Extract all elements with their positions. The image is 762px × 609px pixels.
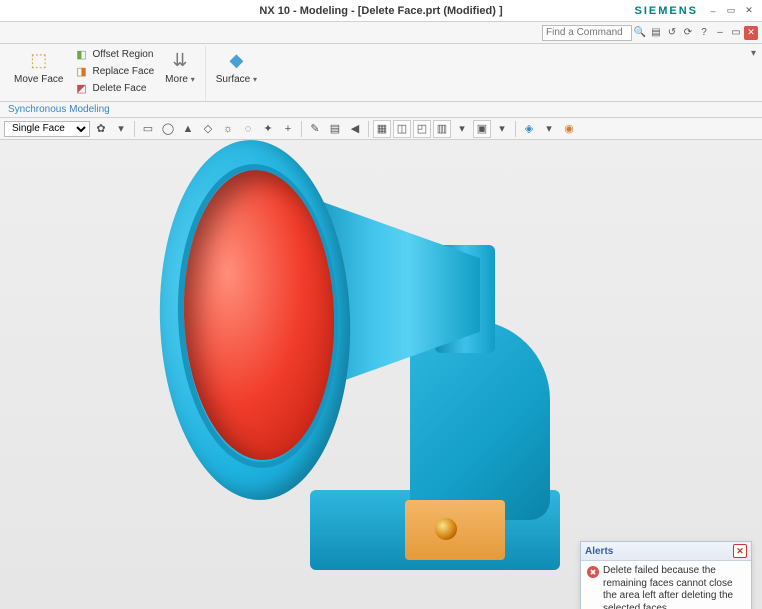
circle-select-icon[interactable]: ◯: [159, 120, 177, 138]
graphics-viewport[interactable]: X Y Z Alerts ✕ ✖ Delete failed because t…: [0, 140, 762, 609]
toolbar-separator: [134, 121, 135, 137]
error-icon: ✖: [587, 566, 599, 578]
offset-region-button[interactable]: ◧ Offset Region: [71, 46, 157, 62]
more-button[interactable]: ⇊ More ▾: [161, 46, 199, 87]
selected-face-hole: [435, 518, 457, 540]
move-face-icon: ⬚: [27, 48, 51, 72]
ribbon-collapse-icon[interactable]: ▾: [749, 46, 758, 61]
toolbar-separator: [515, 121, 516, 137]
alerts-body: ✖ Delete failed because the remaining fa…: [581, 561, 751, 609]
surface-button[interactable]: ◆ Surface ▾: [212, 46, 261, 87]
doc-restore-icon[interactable]: ▭: [728, 25, 744, 41]
chevron-down-icon: ▾: [253, 75, 257, 84]
poly-select-icon[interactable]: ▲: [179, 120, 197, 138]
surface-icon: ◆: [224, 48, 248, 72]
replace-face-icon: ◨: [74, 64, 88, 78]
replace-face-label: Replace Face: [92, 66, 154, 77]
toolbar-separator: [301, 121, 302, 137]
selection-filter-dropdown[interactable]: Single Face: [4, 121, 90, 137]
search-icon[interactable]: 🔍: [632, 25, 648, 41]
filter-icon[interactable]: ✿: [92, 120, 110, 138]
alert-main-text: Delete failed because the remaining face…: [603, 565, 745, 609]
more-icon: ⇊: [168, 48, 192, 72]
clip-icon[interactable]: ◉: [560, 120, 578, 138]
move-face-button[interactable]: ⬚ Move Face: [10, 46, 67, 87]
brand-logo: SIEMENS: [634, 5, 698, 17]
sync-modeling-group: ⬚ Move Face ◧ Offset Region ◨ Replace Fa…: [4, 46, 206, 101]
layer-dropdown-icon[interactable]: ▾: [540, 120, 558, 138]
rect-select-icon[interactable]: ▭: [139, 120, 157, 138]
sketch-icon[interactable]: ✎: [306, 120, 324, 138]
offset-region-icon: ◧: [74, 47, 88, 61]
help-icon[interactable]: ?: [696, 25, 712, 41]
alerts-panel: Alerts ✕ ✖ Delete failed because the rem…: [580, 541, 752, 609]
face-ops-list: ◧ Offset Region ◨ Replace Face ◩ Delete …: [71, 46, 157, 96]
move-face-label: Move Face: [14, 74, 63, 85]
view-shaded-icon[interactable]: ▦: [373, 120, 391, 138]
filter-dropdown-icon[interactable]: ▾: [112, 120, 130, 138]
list-icon[interactable]: ▤: [326, 120, 344, 138]
replace-face-button[interactable]: ◨ Replace Face: [71, 63, 157, 79]
render-style-icon[interactable]: ▥: [433, 120, 451, 138]
doc-minimize-icon[interactable]: –: [712, 25, 728, 41]
window-controls: – ▭ ✕: [706, 4, 756, 18]
close-window-button[interactable]: ✕: [742, 4, 756, 18]
undo-icon[interactable]: ↺: [664, 25, 680, 41]
view-wire-icon[interactable]: ◫: [393, 120, 411, 138]
ribbon: ⬚ Move Face ◧ Offset Region ◨ Replace Fa…: [0, 44, 762, 102]
title-bar: NX 10 - Modeling - [Delete Face.prt (Mod…: [0, 0, 762, 22]
delete-face-button[interactable]: ◩ Delete Face: [71, 80, 157, 96]
more-label: More ▾: [165, 74, 195, 85]
alert-error-row: ✖ Delete failed because the remaining fa…: [587, 565, 745, 609]
bg-dropdown-icon[interactable]: ▾: [493, 120, 511, 138]
command-search-input[interactable]: [542, 25, 632, 41]
window-layout-icon[interactable]: ▤: [648, 25, 664, 41]
alerts-title: Alerts: [585, 546, 613, 557]
highlight-icon[interactable]: ☼: [219, 120, 237, 138]
surface-group: ◆ Surface ▾: [206, 46, 267, 101]
delete-face-icon: ◩: [74, 81, 88, 95]
selection-toolbar: Single Face ✿ ▾ ▭ ◯ ▲ ◇ ☼ ◌ ✦ + ✎ ▤ ◀ ▦ …: [0, 118, 762, 140]
surface-label: Surface ▾: [216, 74, 257, 85]
redo-icon[interactable]: ⟳: [680, 25, 696, 41]
doc-close-icon[interactable]: ✕: [744, 26, 758, 40]
delete-face-label: Delete Face: [92, 83, 146, 94]
minimize-button[interactable]: –: [706, 4, 720, 18]
restore-button[interactable]: ▭: [724, 4, 738, 18]
ribbon-group-label: Synchronous Modeling: [0, 102, 762, 118]
chevron-down-icon: ▾: [191, 75, 195, 84]
render-dropdown-icon[interactable]: ▾: [453, 120, 471, 138]
layer-icon[interactable]: ◈: [520, 120, 538, 138]
quick-access-bar: 🔍 ▤ ↺ ⟳ ? – ▭ ✕: [0, 22, 762, 44]
select-prev-icon[interactable]: ◀: [346, 120, 364, 138]
alerts-header[interactable]: Alerts ✕: [581, 542, 751, 561]
snap-opt-icon[interactable]: ✦: [259, 120, 277, 138]
lasso-select-icon[interactable]: ◇: [199, 120, 217, 138]
toolbar-separator: [368, 121, 369, 137]
add-select-icon[interactable]: +: [279, 120, 297, 138]
snap-icon[interactable]: ◌: [239, 120, 257, 138]
offset-region-label: Offset Region: [92, 49, 153, 60]
alerts-close-button[interactable]: ✕: [733, 544, 747, 558]
background-icon[interactable]: ▣: [473, 120, 491, 138]
view-hidden-icon[interactable]: ◰: [413, 120, 431, 138]
